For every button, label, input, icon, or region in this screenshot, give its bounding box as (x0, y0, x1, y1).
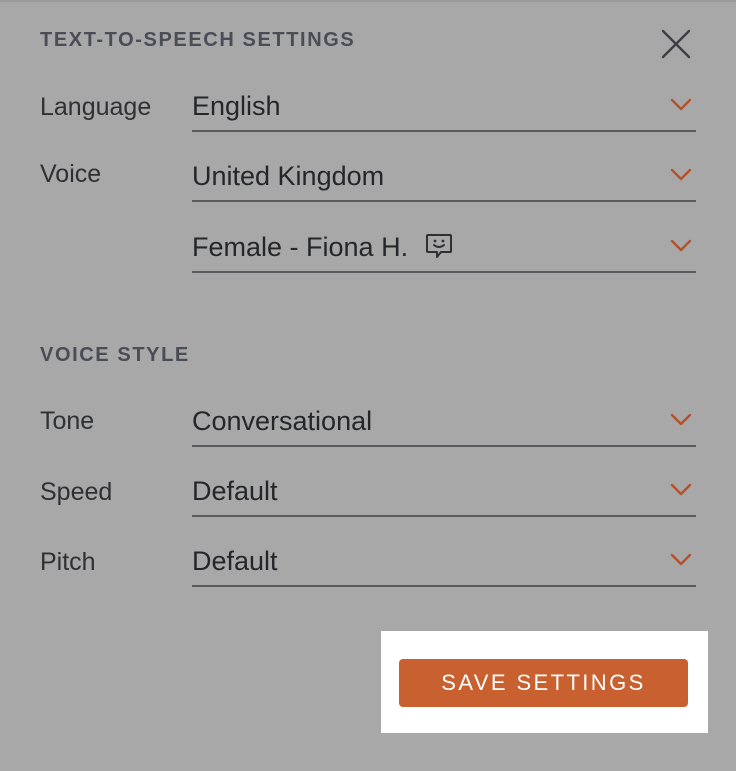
voice-label: Voice (40, 160, 102, 188)
save-highlight-panel: SAVE SETTINGS (381, 631, 708, 733)
language-label: Language (40, 93, 152, 121)
voice-speaker-value-wrap: Female - Fiona H. (192, 231, 454, 263)
tone-label: Tone (40, 407, 95, 435)
speed-label: Speed (40, 478, 113, 506)
tone-select[interactable]: Conversational (192, 401, 696, 447)
pitch-label: Pitch (40, 548, 96, 576)
speed-select[interactable]: Default (192, 471, 696, 517)
voice-region-select[interactable]: United Kingdom (192, 156, 696, 202)
voice-speaker-select[interactable]: Female - Fiona H. (192, 227, 696, 273)
chevron-down-icon (670, 483, 692, 496)
pitch-select[interactable]: Default (192, 541, 696, 587)
tone-value: Conversational (192, 406, 373, 436)
language-select[interactable]: English (192, 86, 696, 132)
voice-region-value: United Kingdom (192, 161, 385, 191)
voice-speaker-value: Female - Fiona H. (192, 232, 409, 262)
chevron-down-icon (670, 98, 692, 111)
tts-settings-title: TEXT-TO-SPEECH SETTINGS (40, 29, 356, 51)
language-value: English (192, 91, 281, 121)
chevron-down-icon (670, 239, 692, 252)
top-divider (0, 0, 736, 2)
chevron-down-icon (670, 168, 692, 181)
smiley-chat-icon (426, 233, 453, 258)
close-icon (661, 29, 691, 59)
close-button[interactable] (660, 28, 692, 60)
chevron-down-icon (670, 553, 692, 566)
save-settings-button[interactable]: SAVE SETTINGS (399, 659, 688, 707)
chevron-down-icon (670, 413, 692, 426)
speed-value: Default (192, 476, 278, 506)
pitch-value: Default (192, 546, 278, 576)
voice-style-title: VOICE STYLE (40, 344, 190, 366)
